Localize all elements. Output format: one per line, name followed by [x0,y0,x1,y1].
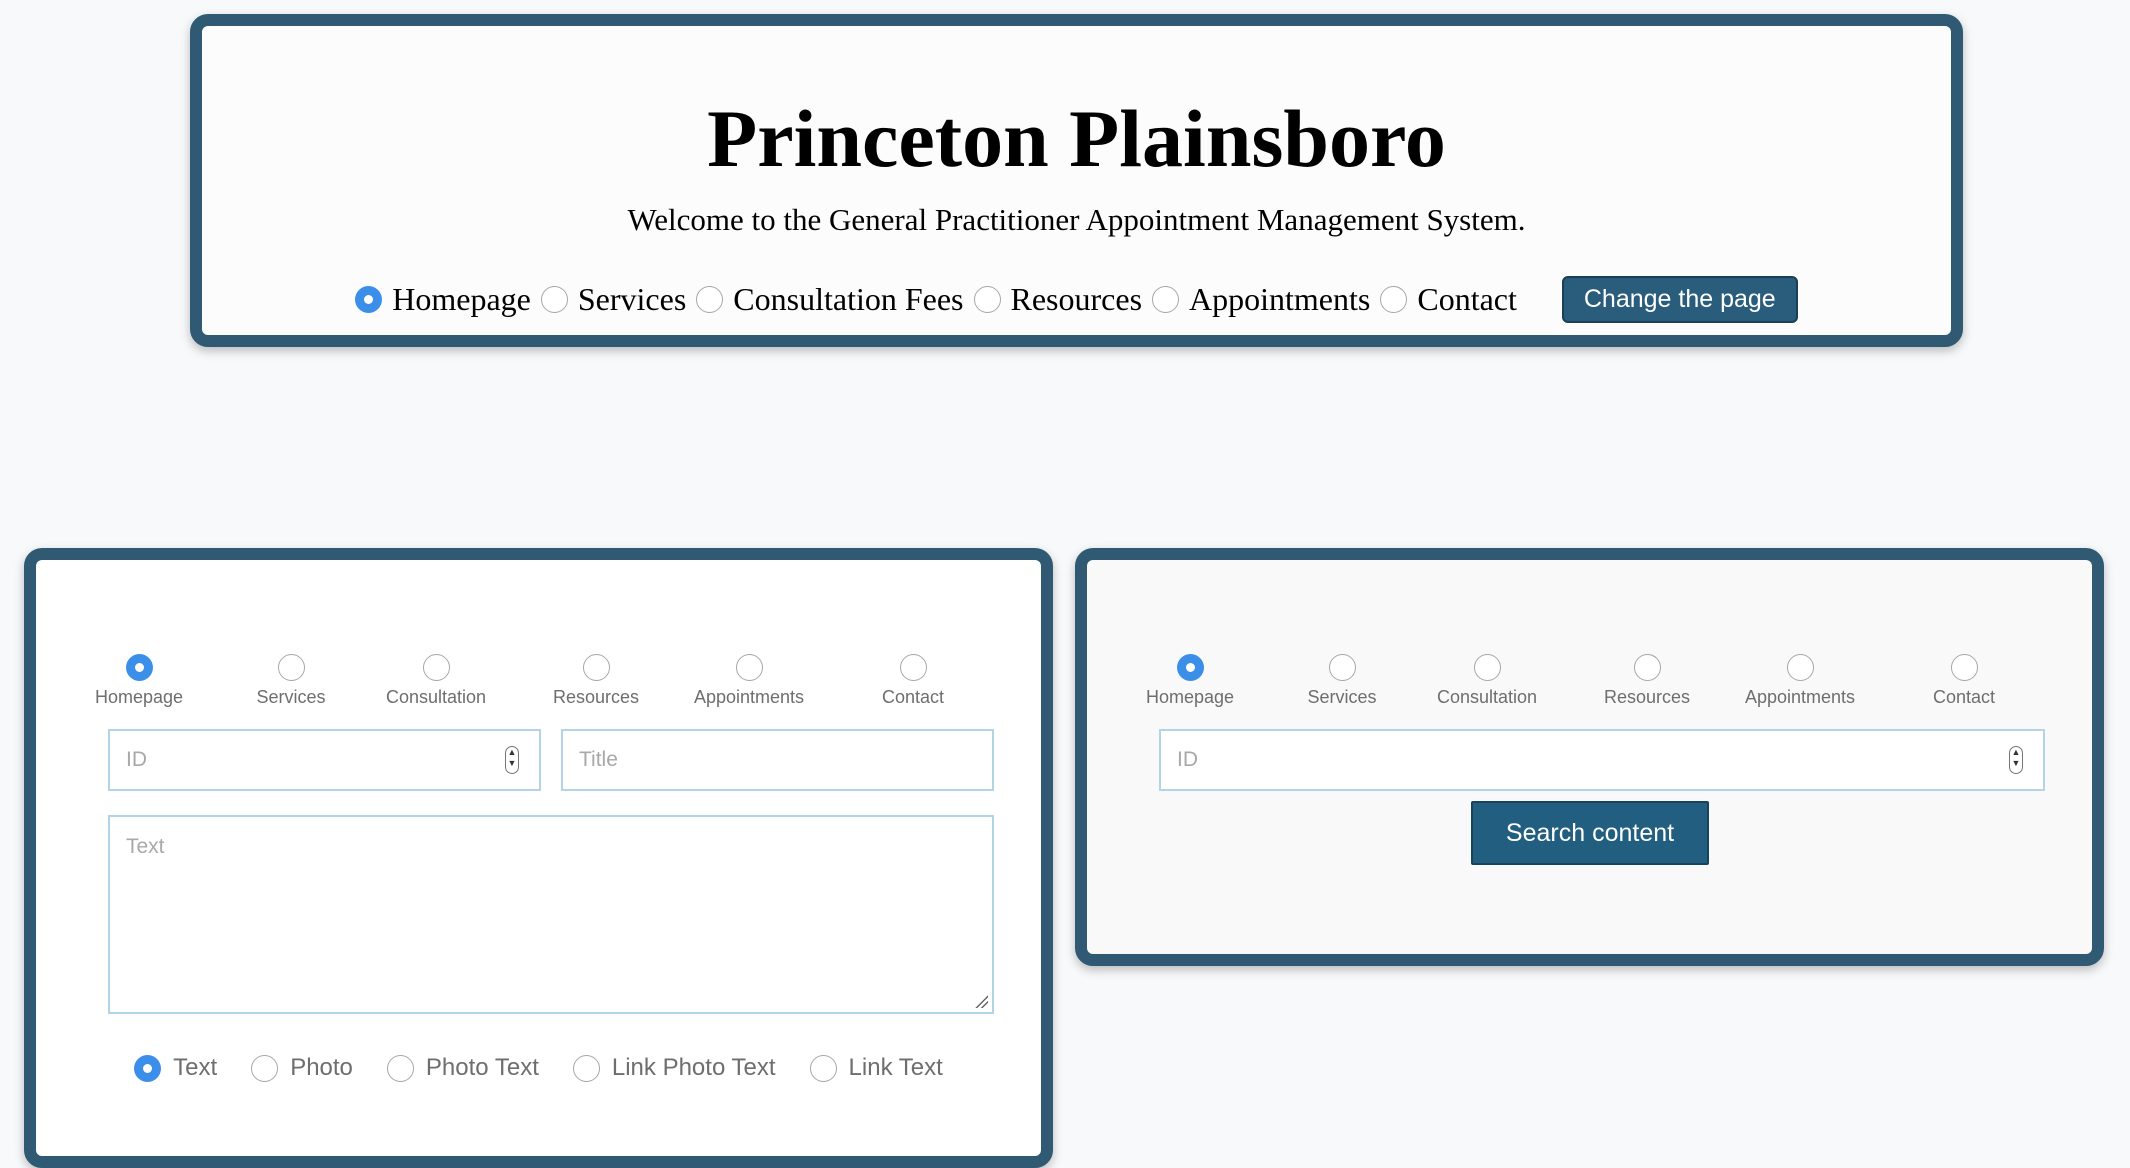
editor-label-consultation: Consultation [385,687,487,707]
nav-option-contact[interactable]: Contact [1380,281,1517,318]
search-label-contact: Contact [1932,687,1996,707]
type-radio-link-text[interactable] [809,1054,837,1082]
editor-page-homepage[interactable]: Homepage [69,654,209,708]
search-radio-homepage[interactable] [1176,654,1204,681]
search-label-resources: Resources [1603,687,1691,707]
editor-title-placeholder: Title [579,748,618,771]
search-page-services[interactable]: Services [1272,654,1412,708]
editor-id-placeholder: ID [126,748,147,771]
search-label-appointments: Appointments [1744,687,1856,707]
nav-radio-homepage[interactable] [355,285,383,313]
search-radio-appointments[interactable] [1786,654,1814,681]
header-panel: Princeton Plainsboro Welcome to the Gene… [190,14,1963,347]
nav-label-consultation-fees: Consultation Fees [733,280,964,317]
editor-page-appointments[interactable]: Appointments [679,654,819,708]
editor-radio-resources[interactable] [582,654,610,681]
nav-option-appointments[interactable]: Appointments [1152,281,1370,318]
change-page-button[interactable]: Change the page [1561,275,1798,323]
search-id-input[interactable]: ID ▲ ▼ [1159,729,2045,791]
nav-label-appointments: Appointments [1189,280,1371,317]
content-editor-panel: Homepage Services Consultation Resources… [24,548,1053,1168]
search-content-button[interactable]: Search content [1471,801,1709,865]
editor-label-contact: Contact [881,687,945,707]
editor-radio-contact[interactable] [899,654,927,681]
nav-option-resources[interactable]: Resources [973,280,1143,318]
editor-radio-appointments[interactable] [735,654,763,681]
search-label-services: Services [1307,687,1377,707]
nav-radio-consultation-fees[interactable] [696,285,724,313]
type-label-text: Text [173,1054,218,1081]
editor-page-services[interactable]: Services [221,654,361,708]
nav-radio-resources[interactable] [973,285,1001,313]
nav-radio-contact[interactable] [1380,285,1408,313]
page-selector: Homepage Services Consultation Fees Reso… [202,274,1951,324]
editor-text-area[interactable]: Text [108,815,994,1014]
resize-handle-icon[interactable] [974,994,988,1008]
search-page-contact[interactable]: Contact [1894,654,2034,708]
editor-id-input[interactable]: ID ▲ ▼ [108,729,541,791]
search-radio-contact[interactable] [1950,654,1978,681]
editor-radio-services[interactable] [277,654,305,681]
site-title: Princeton Plainsboro [707,93,1446,184]
editor-page-contact[interactable]: Contact [843,654,983,708]
type-radio-link-photo-text[interactable] [572,1054,600,1082]
search-radio-resources[interactable] [1633,654,1661,681]
search-radio-consultation[interactable] [1473,654,1501,681]
content-search-panel: Homepage Services Consultation Resources… [1075,548,2104,966]
type-option-photo-text[interactable]: Photo Text [386,1054,539,1082]
search-page-appointments[interactable]: Appointments [1730,654,1870,708]
site-subtitle: Welcome to the General Practitioner Appo… [627,202,1526,237]
editor-label-services: Services [256,687,326,707]
search-page-consultation[interactable]: Consultation [1417,654,1557,708]
type-radio-photo[interactable] [251,1054,279,1082]
editor-page-resources[interactable]: Resources [526,654,666,708]
search-label-consultation: Consultation [1436,687,1538,707]
search-id-stepper-icon[interactable]: ▲ ▼ [2009,746,2023,774]
editor-title-input[interactable]: Title [561,729,994,791]
editor-page-consultation[interactable]: Consultation [366,654,506,708]
nav-option-consultation-fees[interactable]: Consultation Fees [696,280,964,318]
editor-label-resources: Resources [552,687,640,707]
nav-label-contact: Contact [1417,280,1517,317]
search-id-placeholder: ID [1177,748,1198,771]
editor-radio-homepage[interactable] [125,654,153,681]
content-type-selector: Text Photo Photo Text Link Photo Text Li… [36,1048,1041,1088]
type-option-link-text[interactable]: Link Text [809,1054,943,1082]
nav-radio-appointments[interactable] [1152,285,1180,313]
type-option-link-photo-text[interactable]: Link Photo Text [572,1054,776,1082]
type-label-link-photo-text: Link Photo Text [611,1054,776,1081]
type-label-photo-text: Photo Text [425,1054,539,1081]
editor-label-homepage: Homepage [94,687,184,707]
nav-label-services: Services [577,280,687,317]
nav-option-services[interactable]: Services [540,280,687,318]
type-radio-text[interactable] [134,1054,162,1082]
nav-label-resources: Resources [1010,280,1143,317]
type-option-photo[interactable]: Photo [251,1054,353,1082]
editor-radio-consultation[interactable] [422,654,450,681]
type-label-photo: Photo [290,1054,353,1081]
nav-label-homepage: Homepage [392,280,531,317]
search-page-resources[interactable]: Resources [1577,654,1717,708]
search-label-homepage: Homepage [1145,687,1235,707]
search-radio-services[interactable] [1328,654,1356,681]
type-option-text[interactable]: Text [134,1054,217,1082]
nav-radio-services[interactable] [540,285,568,313]
editor-label-appointments: Appointments [693,687,805,707]
nav-option-homepage[interactable]: Homepage [355,281,531,318]
id-stepper-icon[interactable]: ▲ ▼ [505,746,519,774]
search-page-homepage[interactable]: Homepage [1120,654,1260,708]
editor-text-placeholder: Text [126,835,165,858]
editor-page-selector: Homepage Services Consultation Resources… [36,654,1041,724]
type-radio-photo-text[interactable] [386,1054,414,1082]
search-page-selector: Homepage Services Consultation Resources… [1087,654,2092,724]
type-label-link-text: Link Text [848,1054,943,1081]
